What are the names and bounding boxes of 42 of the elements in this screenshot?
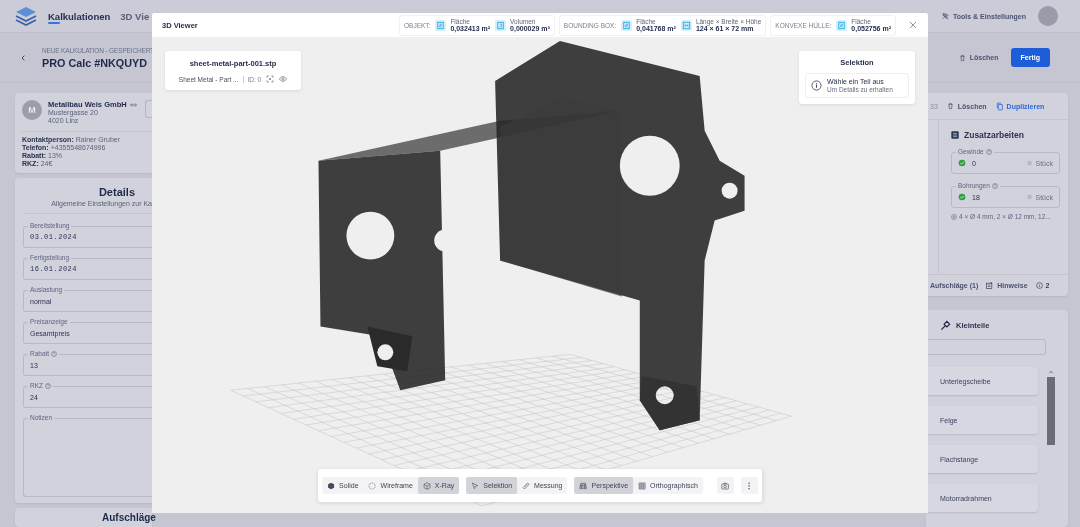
note-add-icon: [986, 282, 994, 289]
screenshot-button[interactable]: [716, 477, 734, 494]
user-avatar[interactable]: [1038, 6, 1058, 26]
stepper-icon: [1027, 160, 1033, 166]
page-title: PRO Calc #NKQUYD: [42, 56, 148, 69]
area-icon: [836, 19, 848, 31]
close-icon: [909, 21, 917, 29]
help-icon: [991, 183, 998, 189]
grid-icon: [638, 481, 647, 490]
focus-button[interactable]: [266, 75, 275, 83]
trash-icon: [946, 102, 954, 110]
wireframe-cube-icon: [368, 481, 377, 490]
area-icon: [621, 19, 633, 31]
eye-icon: [279, 75, 288, 83]
tools-icon: [942, 12, 949, 20]
chevron-left-icon: [20, 53, 27, 62]
customer-avatar: M: [22, 100, 42, 120]
trash-icon: [958, 53, 966, 62]
perspective-grid-icon: [579, 481, 588, 490]
nav-tab[interactable]: 3D Vie: [120, 0, 150, 33]
more-button[interactable]: [740, 477, 758, 494]
info-icon: [1035, 282, 1043, 289]
cube-outline-icon: [422, 481, 431, 490]
camera-icon: [721, 481, 730, 490]
section-title: Zusatzarbeiten: [964, 130, 1024, 140]
logo-icon: [14, 5, 38, 27]
visibility-button[interactable]: [279, 75, 288, 83]
info-icon: [811, 80, 822, 91]
help-icon: [985, 149, 992, 155]
section-title: Details: [98, 186, 135, 198]
nav-tab[interactable]: Kalkulationen: [48, 0, 111, 33]
scrollbar[interactable]: [1047, 370, 1055, 445]
copy-icon: [995, 101, 1004, 111]
chevron-up-icon: [1048, 370, 1054, 374]
link-icon: [129, 102, 137, 107]
hole-icon: [951, 213, 957, 220]
pointer-icon: [471, 481, 480, 490]
list-icon: [951, 131, 959, 139]
screw-icon: [940, 320, 951, 331]
area-icon: [435, 19, 447, 31]
focus-icon: [266, 75, 275, 83]
stepper-icon: [1027, 194, 1033, 200]
